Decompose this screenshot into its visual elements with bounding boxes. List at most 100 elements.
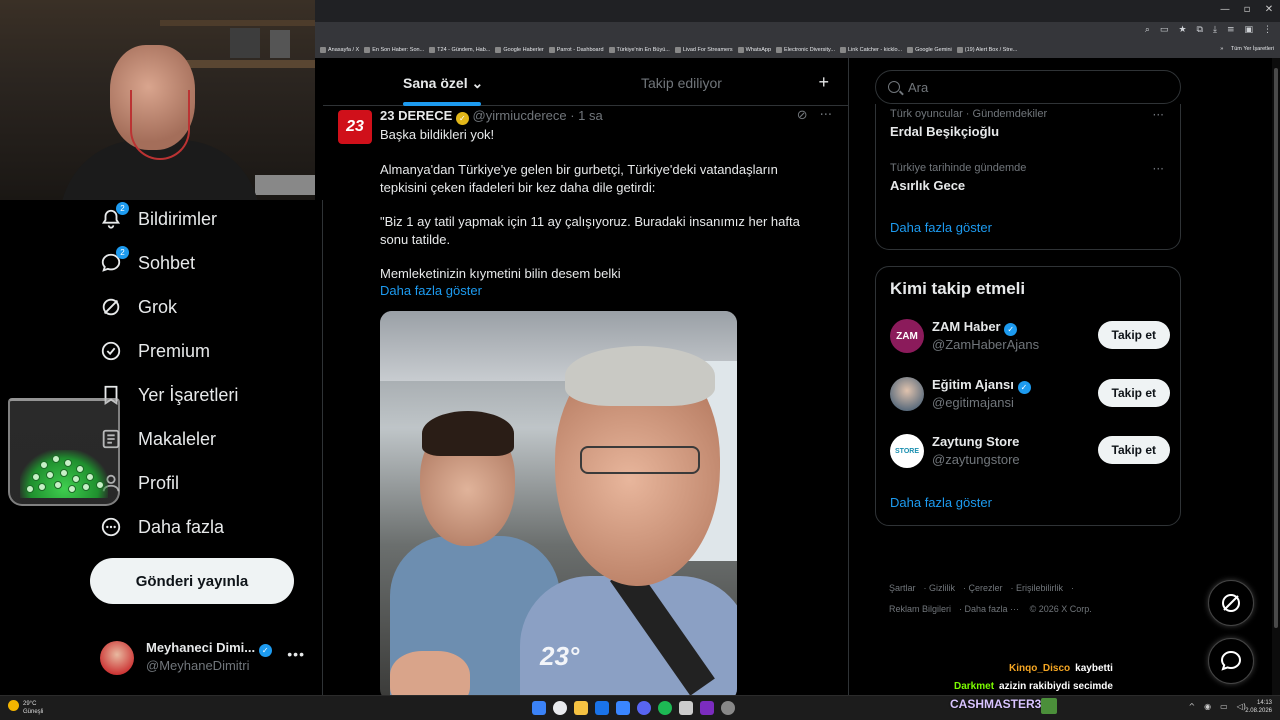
close-icon[interactable]: ✕: [1258, 0, 1280, 20]
bookmark[interactable]: WhatsApp: [737, 47, 771, 53]
follow-button[interactable]: Takip et: [1097, 379, 1170, 407]
tray-chevron-icon[interactable]: ^: [1188, 702, 1195, 711]
more-icon[interactable]: ···: [820, 108, 832, 123]
weather-widget[interactable]: 29°C Güneşli: [8, 700, 43, 716]
star-icon[interactable]: ★: [1178, 25, 1186, 35]
clock[interactable]: 14:13 2.08.2026: [1245, 699, 1272, 715]
messages-fab[interactable]: [1208, 638, 1254, 684]
account-name-row: Eğitim Ajansı ✓: [932, 377, 1031, 394]
network-icon[interactable]: ▭: [1220, 702, 1228, 711]
account-switcher[interactable]: Meyhaneci Dimi... ✓ @MeyhaneDimitri •••: [100, 636, 315, 680]
tweet-author-avatar[interactable]: 23: [338, 110, 372, 144]
app-icon[interactable]: [721, 701, 735, 715]
scrollbar-thumb[interactable]: [1274, 68, 1278, 628]
media-icon[interactable]: ≡: [1227, 25, 1235, 35]
cast-icon[interactable]: ▭: [1160, 25, 1169, 35]
footer-link[interactable]: Şartlar: [889, 583, 916, 593]
download-icon[interactable]: ⤓: [1213, 25, 1217, 35]
zoom-icon[interactable]: ⌕: [1145, 25, 1150, 35]
tweet-header: 23 DERECE ✓ @yirmiucderece · 1 sa: [380, 108, 603, 125]
address-bar[interactable]: ⌕ ▭ ★ ⧉ ⤓ ≡ ▣ ⋮: [315, 22, 1280, 42]
nav-more[interactable]: Daha fazla: [100, 516, 224, 538]
trend-item[interactable]: Asırlık Gece: [890, 178, 965, 193]
tweet-video[interactable]: 23°: [380, 311, 737, 695]
grok-icon[interactable]: ⊘: [797, 108, 808, 123]
search-input[interactable]: [908, 79, 1158, 95]
bookmark[interactable]: Parrot - Dashboard: [548, 47, 604, 53]
start-icon[interactable]: [532, 701, 546, 715]
menu-icon[interactable]: ⋮: [1263, 25, 1272, 35]
bookmark[interactable]: Link Catcher - kicklo...: [839, 47, 902, 53]
bookmark[interactable]: En Son Haber: Son...: [364, 47, 424, 53]
footer-link[interactable]: Reklam Bilgileri: [889, 604, 951, 614]
money-icon: [1041, 698, 1057, 714]
maximize-icon[interactable]: ▫: [1236, 0, 1258, 20]
folder-icon[interactable]: [574, 701, 588, 715]
timeline-tabs: Sana özel ⌄ Takip ediliyor +: [323, 58, 848, 106]
add-tab-icon[interactable]: +: [818, 72, 829, 93]
app-icon[interactable]: [700, 701, 714, 715]
trend-item[interactable]: Erdal Beşikçioğlu: [890, 124, 999, 139]
nav-notifications[interactable]: 2 Bildirimler: [100, 202, 217, 230]
verified-badge-icon: ✓: [1004, 323, 1018, 336]
footer-link[interactable]: Çerezler: [969, 583, 1003, 593]
avatar: [890, 377, 924, 411]
bookmark[interactable]: (19) Alert Box / Stre...: [956, 47, 1017, 53]
follow-suggestion[interactable]: Eğitim Ajansı ✓ @egitimajansi Takip et: [890, 373, 1170, 417]
tweet-author-handle[interactable]: @yirmiucderece · 1 sa: [473, 108, 603, 123]
more-circle-icon: [100, 516, 122, 538]
spotify-icon[interactable]: [658, 701, 672, 715]
bookmark[interactable]: Anasayfa / X: [320, 47, 359, 53]
footer-link[interactable]: Gizlilik: [929, 583, 955, 593]
follow-button[interactable]: Takip et: [1097, 436, 1170, 464]
tweet-author-name[interactable]: 23 DERECE: [380, 108, 452, 123]
trends-panel: Türk oyuncular · Gündemdekiler Erdal Beş…: [875, 104, 1181, 250]
steam-icon[interactable]: [616, 701, 630, 715]
tab-following[interactable]: Takip ediliyor: [641, 75, 722, 91]
all-bookmarks[interactable]: » Tüm Yer İşaretleri: [1220, 46, 1274, 52]
nav-bookmarks[interactable]: Yer İşaretleri: [100, 384, 238, 406]
follow-suggestion[interactable]: ZAM ZAM Haber ✓ @ZamHaberAjans Takip et: [890, 315, 1170, 359]
all-bookmarks-label: Tüm Yer İşaretleri: [1230, 46, 1274, 52]
nav-premium[interactable]: Premium: [100, 340, 210, 362]
tweet-text-paragraph: Almanya'dan Türkiye'ye gelen bir gurbetç…: [380, 162, 778, 195]
bookmark[interactable]: Google Gemini: [907, 47, 952, 53]
chat-text: kaybetti: [1075, 663, 1113, 674]
more-icon[interactable]: ···: [1153, 162, 1164, 176]
app-icon[interactable]: [679, 701, 693, 715]
profile-icon[interactable]: ▣: [1244, 25, 1253, 35]
extensions-icon[interactable]: ⧉: [1197, 25, 1203, 35]
post-button[interactable]: Gönderi yayınla: [90, 558, 294, 604]
bell-icon: 2: [100, 202, 129, 230]
weather-desc: Güneşli: [23, 709, 44, 715]
follow-suggestion[interactable]: STORE Zaytung Store @zaytungstore Takip …: [890, 430, 1170, 474]
bookmark[interactable]: Livad For Streamers: [674, 47, 733, 53]
bookmarks-overflow-icon[interactable]: »: [1220, 46, 1223, 52]
bookmark[interactable]: Türkiye'nin En Büyü...: [608, 47, 670, 53]
bookmark[interactable]: Google Haberler: [495, 47, 544, 53]
follow-button[interactable]: Takip et: [1097, 321, 1170, 349]
show-more-link[interactable]: Daha fazla göster: [380, 283, 482, 298]
chat-message: Kinqo_Disco kaybetti: [954, 663, 1113, 681]
chrome-icon[interactable]: [553, 701, 567, 715]
tray-app-icon[interactable]: ◉: [1204, 702, 1211, 711]
trends-show-more[interactable]: Daha fazla göster: [890, 220, 992, 235]
search-box[interactable]: [875, 70, 1181, 104]
bookmark[interactable]: T24 - Gündem, Hab...: [429, 47, 490, 53]
stream-jar-overlay: [8, 398, 120, 506]
page-scrollbar[interactable]: [1272, 58, 1280, 695]
app-icon[interactable]: [595, 701, 609, 715]
tab-for-you[interactable]: Sana özel ⌄: [403, 75, 483, 92]
grok-fab[interactable]: [1208, 580, 1254, 626]
discord-icon[interactable]: [637, 701, 651, 715]
more-icon[interactable]: •••: [287, 646, 305, 662]
nav-chat[interactable]: 2 Sohbet: [100, 246, 195, 274]
who-to-follow-show-more[interactable]: Daha fazla göster: [890, 495, 992, 510]
minimize-icon[interactable]: —: [1214, 0, 1236, 20]
more-icon[interactable]: ···: [1153, 108, 1164, 122]
bookmark[interactable]: Electronic Diversity...: [776, 47, 835, 53]
footer-link[interactable]: Daha fazla ···: [965, 604, 1020, 614]
nav-grok[interactable]: Grok: [100, 296, 177, 318]
footer-link[interactable]: Erişilebilirlik: [1016, 583, 1063, 593]
nav-label: Makaleler: [138, 428, 217, 449]
